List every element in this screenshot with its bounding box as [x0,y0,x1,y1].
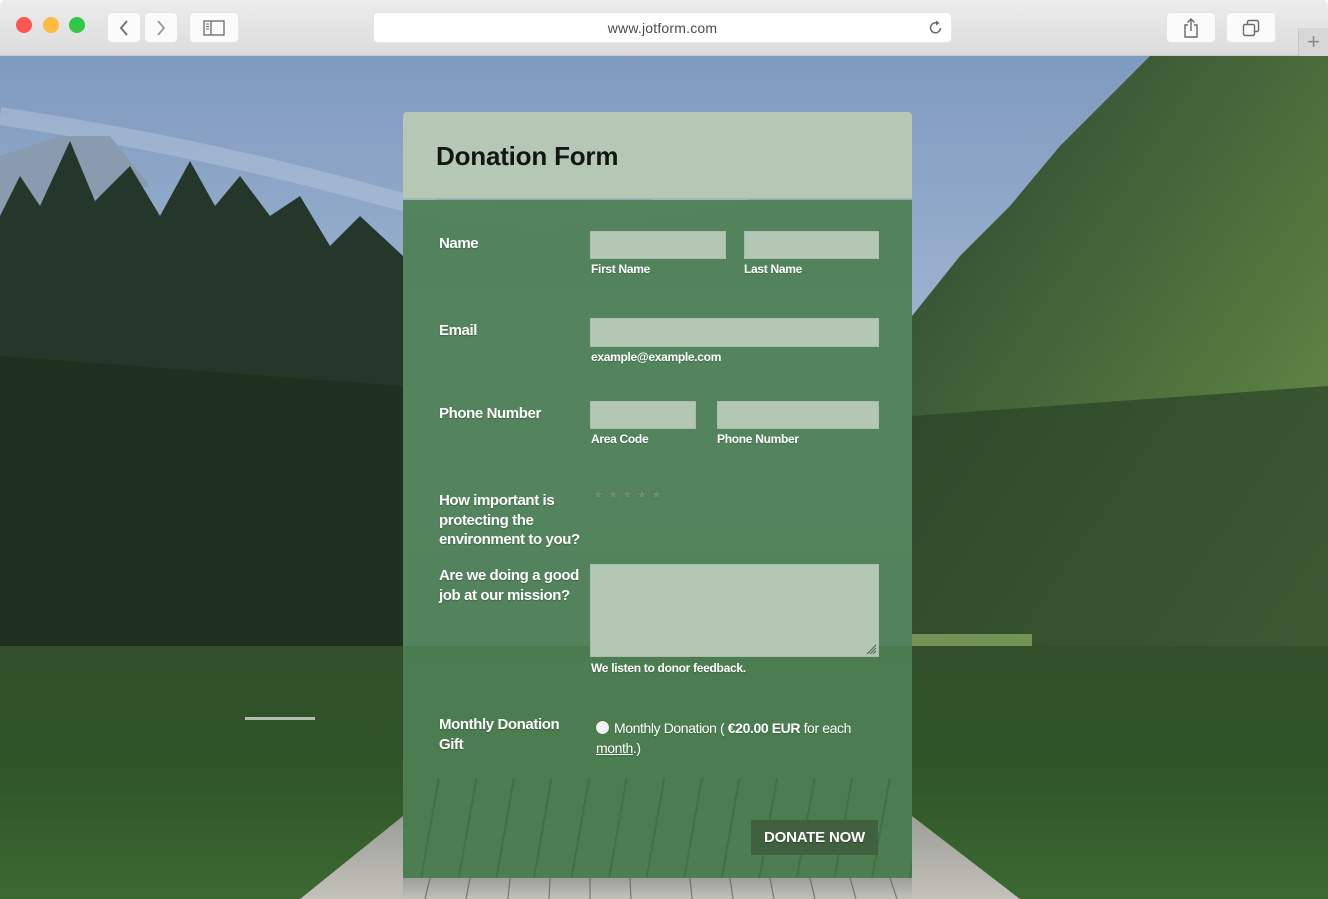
phone-number-input[interactable] [717,401,879,429]
resize-handle-icon[interactable] [866,644,877,655]
chevron-left-icon [119,19,128,36]
monthly-donation-option[interactable]: Monthly Donation ( €20.00 EUR for each m… [596,718,876,758]
mission-sublabel: We listen to donor feedback. [591,661,746,675]
address-bar[interactable]: www.jotform.com [374,13,951,42]
monthly-donation-label: Monthly Donation Gift [439,716,560,753]
mission-feedback-textarea[interactable] [590,564,879,657]
show-tabs-button[interactable] [1227,13,1275,42]
name-label: Name [439,235,479,252]
option-prefix: Monthly Donation ( [614,720,728,736]
reload-icon [929,20,942,34]
donate-now-button[interactable]: DONATE NOW [751,820,878,855]
email-input[interactable] [590,318,879,347]
new-tab-button[interactable]: + [1298,28,1328,56]
forward-button[interactable] [145,13,177,42]
star-icon[interactable]: ★ [650,487,663,501]
period-link[interactable]: month [596,740,633,756]
tabs-icon [1242,19,1260,36]
donation-amount: €20.00 EUR [727,720,801,736]
sidebar-icon [203,19,225,36]
url-text: www.jotform.com [607,19,718,36]
area-code-sublabel: Area Code [591,432,649,446]
reload-button[interactable] [929,19,943,38]
star-icon[interactable]: ★ [636,487,649,501]
minimize-window-button[interactable] [43,17,59,33]
mission-label: Are we doing a good job at our mission? [439,567,579,604]
form-body: Name First Name Last Name Email example@… [403,200,912,878]
sidebar-toggle-button[interactable] [190,13,238,42]
area-code-input[interactable] [590,401,696,429]
first-name-input[interactable] [590,231,726,259]
star-rating[interactable]: ★ ★ ★ ★ ★ [592,487,663,501]
rating-label: How important is protecting the environm… [439,492,580,548]
option-middle: for each [800,720,852,736]
star-icon[interactable]: ★ [621,487,634,501]
chevron-right-icon [157,19,166,36]
back-button[interactable] [108,13,140,42]
plus-icon: + [1307,29,1320,54]
last-name-input[interactable] [744,231,879,259]
browser-toolbar: www.jotform.com + [0,0,1328,56]
share-icon [1184,17,1198,38]
zoom-window-button[interactable] [69,17,85,33]
last-name-sublabel: Last Name [744,262,802,276]
star-icon[interactable]: ★ [592,487,605,501]
first-name-sublabel: First Name [591,262,651,276]
close-window-button[interactable] [16,17,32,33]
email-label: Email [439,322,478,339]
star-icon[interactable]: ★ [607,487,620,501]
email-sublabel: example@example.com [591,350,722,364]
share-button[interactable] [1167,13,1215,42]
phone-label: Phone Number [439,405,541,422]
form-title: Donation Form [436,141,619,171]
phone-number-sublabel: Phone Number [717,432,799,446]
donation-form: Donation Form Name First Name Last Name … [403,112,912,878]
form-header: Donation Form [403,112,912,199]
option-suffix: .) [632,740,641,756]
